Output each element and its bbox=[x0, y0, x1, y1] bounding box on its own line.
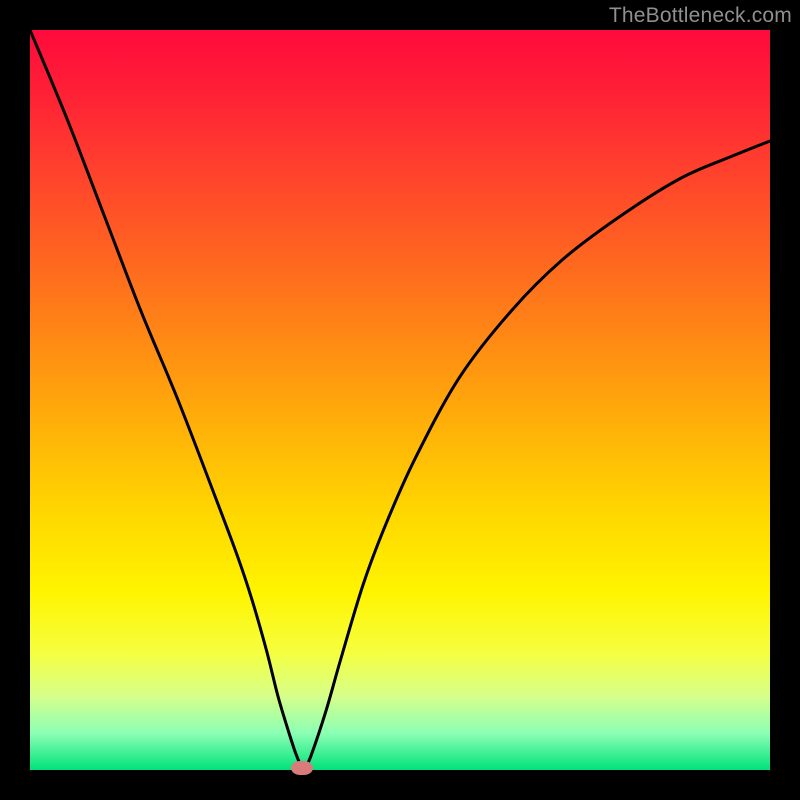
chart-container: TheBottleneck.com bbox=[0, 0, 800, 800]
curve-svg bbox=[30, 30, 770, 770]
bottleneck-curve-path bbox=[30, 30, 770, 768]
watermark-text: TheBottleneck.com bbox=[609, 4, 792, 28]
plot-area bbox=[30, 30, 770, 770]
optimum-marker bbox=[291, 761, 313, 775]
